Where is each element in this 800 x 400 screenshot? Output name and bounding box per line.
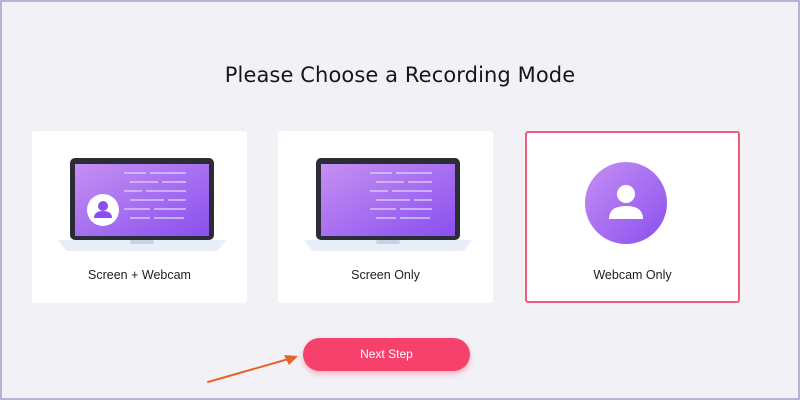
laptop-with-avatar-icon bbox=[58, 158, 226, 251]
mode-card-label: Screen + Webcam bbox=[88, 268, 191, 282]
mode-card-label: Screen Only bbox=[351, 268, 420, 282]
next-step-button[interactable]: Next Step bbox=[303, 338, 470, 371]
page-title: Please Choose a Recording Mode bbox=[224, 63, 576, 87]
mode-card-screen-webcam[interactable]: Screen + Webcam bbox=[32, 131, 247, 303]
laptop-icon bbox=[304, 158, 472, 251]
annotation-arrow-icon bbox=[207, 355, 298, 383]
mode-card-webcam-only[interactable]: Webcam Only bbox=[525, 131, 740, 303]
user-avatar-icon bbox=[585, 162, 667, 244]
avatar-icon bbox=[87, 194, 119, 226]
mode-card-label: Webcam Only bbox=[593, 268, 672, 282]
mode-card-screen-only[interactable]: Screen Only bbox=[278, 131, 493, 303]
